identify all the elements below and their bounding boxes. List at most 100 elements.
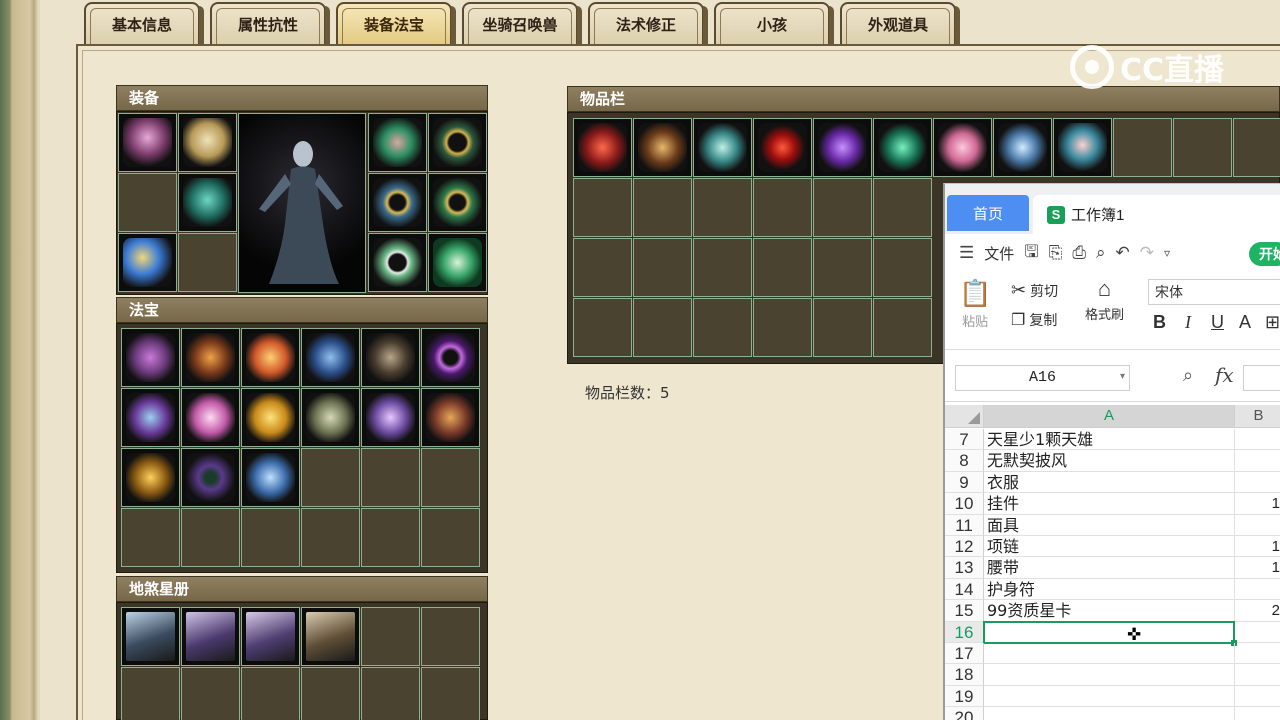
inventory-slot-empty[interactable]: [813, 178, 872, 237]
star-card-slot[interactable]: [121, 607, 180, 666]
tab-attributes[interactable]: 属性抗性: [210, 2, 330, 44]
star-card-slot-empty[interactable]: [421, 607, 480, 666]
row-number[interactable]: 19: [945, 685, 984, 708]
cell-a[interactable]: [984, 643, 1235, 665]
row-number[interactable]: 16: [945, 621, 984, 643]
strikethrough-icon[interactable]: A: [1239, 312, 1251, 333]
fx-icon[interactable]: fx: [1215, 363, 1234, 387]
cell-a[interactable]: 护身符: [984, 578, 1235, 601]
treasure-slot-empty[interactable]: [421, 448, 480, 507]
inventory-slot-empty[interactable]: [633, 238, 692, 297]
copy-button[interactable]: ❐ 复制: [1011, 310, 1057, 330]
inventory-slot-empty[interactable]: [753, 178, 812, 237]
row-number[interactable]: 14: [945, 578, 984, 601]
tab-appearance-items[interactable]: 外观道具: [840, 2, 960, 44]
star-card-slot[interactable]: [241, 607, 300, 666]
save-icon[interactable]: 🖫: [1024, 239, 1038, 268]
cell-b[interactable]: [1235, 450, 1280, 472]
menu-icon[interactable]: ☰: [959, 243, 974, 263]
inventory-slot-empty[interactable]: [753, 238, 812, 297]
format-painter-button[interactable]: ⌂ 格式刷: [1085, 276, 1124, 323]
treasure-slot[interactable]: [181, 328, 240, 387]
inventory-slot-empty[interactable]: [573, 238, 632, 297]
cell-b[interactable]: [1235, 429, 1280, 451]
inventory-slot[interactable]: [993, 118, 1052, 177]
cell-a[interactable]: 无默契披风: [984, 450, 1235, 472]
column-header-a[interactable]: A: [984, 405, 1235, 428]
start-button[interactable]: 开始: [1249, 242, 1280, 266]
inventory-slot-empty[interactable]: [693, 238, 752, 297]
font-name-select[interactable]: 宋体: [1148, 279, 1280, 305]
treasure-slot-empty[interactable]: [301, 448, 360, 507]
treasure-slot[interactable]: [181, 448, 240, 507]
print-icon[interactable]: ⎙: [1072, 243, 1086, 263]
home-tab[interactable]: 首页: [947, 195, 1029, 231]
row-number[interactable]: 10: [945, 493, 984, 515]
bold-icon[interactable]: B: [1153, 312, 1166, 333]
cell-a[interactable]: 99资质星卡: [984, 600, 1235, 622]
name-box[interactable]: A16: [955, 365, 1130, 391]
star-card-slot[interactable]: [301, 607, 360, 666]
treasure-slot[interactable]: [301, 388, 360, 447]
tab-basic-info[interactable]: 基本信息: [84, 2, 204, 44]
treasure-slot[interactable]: [181, 388, 240, 447]
treasure-slot[interactable]: [301, 328, 360, 387]
workbook-tab[interactable]: S 工作簿1: [1033, 195, 1280, 234]
inventory-slot[interactable]: [813, 118, 872, 177]
star-card-slot-empty[interactable]: [421, 667, 480, 720]
cell-b[interactable]: [1235, 515, 1280, 536]
equip-slot[interactable]: [118, 113, 177, 172]
star-card-slot-empty[interactable]: [121, 667, 180, 720]
customize-dropdown-icon[interactable]: ▿: [1164, 246, 1170, 260]
inventory-slot[interactable]: [1053, 118, 1112, 177]
cell-a[interactable]: [984, 707, 1235, 720]
treasure-slot[interactable]: [241, 328, 300, 387]
cell-a[interactable]: [984, 664, 1235, 686]
row-number[interactable]: 12: [945, 536, 984, 558]
treasure-slot-empty[interactable]: [181, 508, 240, 567]
inventory-slot-empty[interactable]: [1233, 118, 1280, 177]
treasure-slot-empty[interactable]: [241, 508, 300, 567]
cell-a[interactable]: 腰带: [984, 557, 1235, 579]
treasure-slot[interactable]: [361, 388, 420, 447]
row-number[interactable]: 9: [945, 471, 984, 494]
inventory-slot[interactable]: [933, 118, 992, 177]
inventory-slot-empty[interactable]: [873, 238, 932, 297]
treasure-slot[interactable]: [121, 328, 180, 387]
select-all-corner[interactable]: [945, 405, 984, 428]
tab-mounts-summons[interactable]: 坐骑召唤兽: [462, 2, 582, 44]
inventory-slot-empty[interactable]: [1113, 118, 1172, 177]
redo-icon[interactable]: ↷: [1140, 243, 1154, 263]
cell-b[interactable]: [1235, 707, 1280, 720]
inventory-slot[interactable]: [753, 118, 812, 177]
treasure-slot-empty[interactable]: [421, 508, 480, 567]
treasure-slot-empty[interactable]: [121, 508, 180, 567]
cell-a[interactable]: 天星少1颗天雄: [984, 429, 1235, 451]
inventory-slot-empty[interactable]: [693, 298, 752, 357]
star-card-slot-empty[interactable]: [301, 667, 360, 720]
equip-slot[interactable]: [368, 233, 427, 292]
inventory-slot-empty[interactable]: [573, 178, 632, 237]
treasure-slot-empty[interactable]: [361, 448, 420, 507]
cell-a[interactable]: 面具: [984, 514, 1235, 536]
tab-child[interactable]: 小孩: [714, 2, 834, 44]
zoom-icon[interactable]: ⌕: [1183, 365, 1193, 386]
row-number[interactable]: 17: [945, 643, 984, 665]
row-number[interactable]: 18: [945, 664, 984, 686]
equip-slot[interactable]: [368, 173, 427, 232]
treasure-slot[interactable]: [421, 328, 480, 387]
cell-b[interactable]: [1235, 472, 1280, 494]
treasure-slot[interactable]: [121, 448, 180, 507]
cell-b[interactable]: 2: [1235, 600, 1280, 622]
paste-button[interactable]: 📋 粘贴: [959, 278, 991, 330]
cell-b[interactable]: [1235, 643, 1280, 665]
star-card-slot-empty[interactable]: [181, 667, 240, 720]
underline-icon[interactable]: U: [1211, 312, 1224, 333]
star-card-slot-empty[interactable]: [361, 607, 420, 666]
undo-icon[interactable]: ↶: [1116, 243, 1130, 263]
inventory-slot[interactable]: [633, 118, 692, 177]
treasure-slot[interactable]: [121, 388, 180, 447]
star-card-slot[interactable]: [181, 607, 240, 666]
equip-slot-empty[interactable]: [178, 233, 237, 292]
equip-slot[interactable]: [368, 113, 427, 172]
